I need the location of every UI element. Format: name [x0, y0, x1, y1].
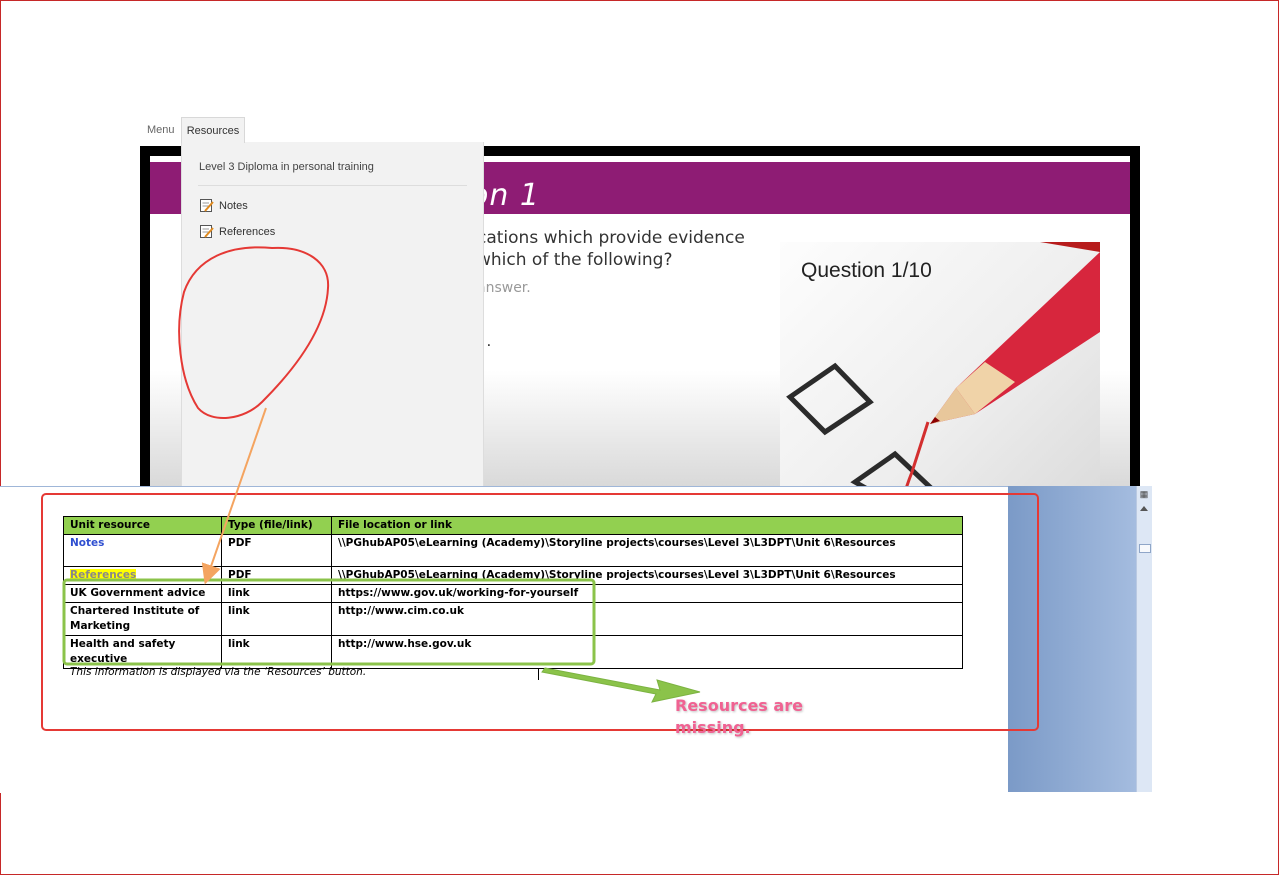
split-view-icon[interactable]: ▦ [1138, 489, 1150, 500]
table-cell: \\PGhubAP05\eLearning (Academy)\Storylin… [331, 534, 963, 567]
scroll-thumb[interactable] [1139, 544, 1151, 553]
resource-item-label: Notes [219, 199, 248, 212]
table-cell: http://www.cim.co.uk [331, 602, 963, 636]
resource-item-label: References [219, 225, 276, 238]
table-cell: PDF [221, 534, 332, 567]
table-row: UK Government advice link https://www.go… [63, 584, 963, 603]
question-hint: answer. [477, 280, 531, 296]
table-row: References PDF \\PGhubAP05\eLearning (Ac… [63, 566, 963, 585]
question-counter: Question 1/10 [801, 259, 932, 282]
tab-resources[interactable]: Resources [181, 117, 245, 143]
annotation-line-1: Resources are [675, 696, 803, 715]
table-cell: References [63, 566, 222, 585]
panel-course-title: Level 3 Diploma in personal training [199, 161, 374, 173]
note-icon [200, 225, 214, 238]
note-icon [200, 199, 214, 212]
question-image: Question 1/10 [780, 242, 1100, 486]
panel-divider [198, 185, 467, 186]
table-cell: http://www.hse.gov.uk [331, 635, 963, 669]
annotation-text: Resources are missing. [675, 695, 803, 739]
table-row: Health and safety executive link http://… [63, 635, 963, 669]
table-cell: PDF [221, 566, 332, 585]
column-header: Unit resource [63, 516, 222, 535]
resource-item-notes[interactable]: Notes [199, 198, 248, 213]
table-cell: link [221, 602, 332, 636]
column-header: Type (file/link) [221, 516, 332, 535]
table-cell: Health and safety executive [63, 635, 222, 669]
question-text-line-1: cations which provide evidence [477, 228, 745, 248]
table-row: Notes PDF \\PGhubAP05\eLearning (Academy… [63, 534, 963, 567]
table-header-row: Unit resource Type (file/link) File loca… [63, 516, 963, 535]
table-cell: \\PGhubAP05\eLearning (Academy)\Storylin… [331, 566, 963, 585]
text-cursor [538, 668, 539, 680]
table-cell: link [221, 584, 332, 603]
scroll-up-icon[interactable] [1140, 506, 1148, 511]
notes-link[interactable]: Notes [70, 537, 104, 549]
table-caption: This information is displayed via the ‘R… [70, 666, 367, 678]
tab-menu[interactable]: Menu [147, 124, 175, 136]
question-text-line-2: which of the following? [477, 250, 673, 270]
resources-table: Unit resource Type (file/link) File loca… [63, 516, 963, 669]
references-highlighted: References [70, 569, 137, 581]
table-cell: Chartered Institute of Marketing [63, 602, 222, 636]
table-cell: UK Government advice [63, 584, 222, 603]
table-cell: https://www.gov.uk/working-for-yourself [331, 584, 963, 603]
table-cell: Notes [63, 534, 222, 567]
column-header: File location or link [331, 516, 963, 535]
resource-item-references[interactable]: References [199, 224, 275, 239]
annotation-line-2: missing. [675, 718, 751, 737]
table-row: Chartered Institute of Marketing link ht… [63, 602, 963, 636]
document-margin-area [1008, 486, 1151, 792]
resources-panel: Level 3 Diploma in personal training Not… [181, 142, 484, 486]
document-scrollbar[interactable]: ▦ [1136, 486, 1152, 792]
table-cell: link [221, 635, 332, 669]
